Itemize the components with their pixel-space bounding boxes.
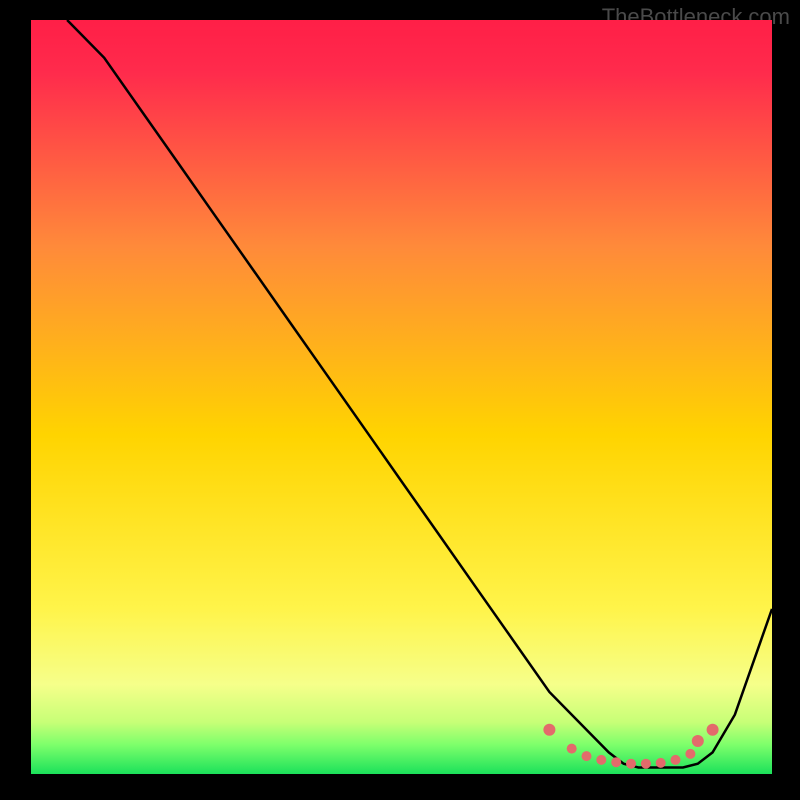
marker-dot <box>543 724 555 736</box>
chart-svg <box>0 0 800 800</box>
marker-dot <box>641 759 651 769</box>
marker-dot <box>707 724 719 736</box>
marker-dot <box>626 759 636 769</box>
bottleneck-chart: TheBottleneck.com <box>0 0 800 800</box>
marker-dot <box>611 757 621 767</box>
marker-dot <box>656 758 666 768</box>
marker-dot <box>692 735 704 747</box>
marker-dot <box>567 744 577 754</box>
marker-dot <box>685 749 695 759</box>
marker-dot <box>582 751 592 761</box>
plot-background <box>30 20 772 775</box>
marker-dot <box>671 755 681 765</box>
marker-dot <box>596 755 606 765</box>
